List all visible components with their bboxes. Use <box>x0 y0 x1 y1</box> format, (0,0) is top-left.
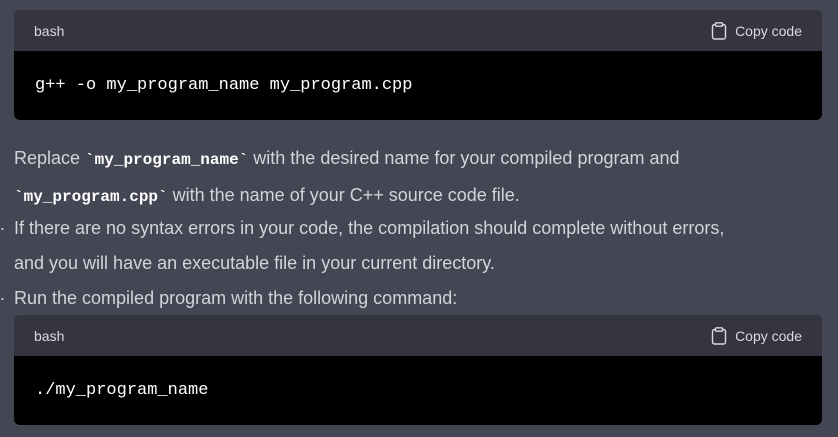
copy-code-label: Copy code <box>735 22 802 39</box>
clipboard-icon <box>711 21 727 40</box>
inline-code-program-name: `my_program_name` <box>85 151 249 169</box>
paragraph-replace: Replace `my_program_name` with the desir… <box>14 141 829 215</box>
code-block-compile: bash Copy code g++ -o my_program_name my… <box>14 10 822 120</box>
list-bullet: . <box>0 284 6 304</box>
paragraph-text: Replace <box>14 148 86 168</box>
code-language-label: bash <box>34 22 65 39</box>
paragraph-syntax-errors: If there are no syntax errors in your co… <box>14 211 829 281</box>
paragraph-text: If there are no syntax errors in your co… <box>14 218 725 238</box>
paragraph-run-program: Run the compiled program with the follow… <box>14 281 829 316</box>
copy-code-label: Copy code <box>735 327 802 344</box>
copy-code-button[interactable]: Copy code <box>711 326 802 345</box>
code-content: g++ -o my_program_name my_program.cpp <box>35 76 413 95</box>
code-block-header: bash Copy code <box>14 315 822 356</box>
paragraph-text: and you will have an executable file in … <box>14 253 495 273</box>
list-bullet: . <box>0 214 6 234</box>
copy-code-button[interactable]: Copy code <box>711 21 802 40</box>
code-block-run: bash Copy code ./my_program_name <box>14 315 822 425</box>
paragraph-text: with the name of your C++ source code fi… <box>167 185 520 205</box>
code-language-label: bash <box>34 327 65 344</box>
inline-code-source-file: `my_program.cpp` <box>14 188 168 206</box>
code-content: ./my_program_name <box>35 381 209 400</box>
clipboard-icon <box>711 326 727 345</box>
paragraph-text: with the desired name for your compiled … <box>248 148 680 168</box>
paragraph-text: Run the compiled program with the follow… <box>14 288 458 308</box>
code-block-header: bash Copy code <box>14 10 822 51</box>
